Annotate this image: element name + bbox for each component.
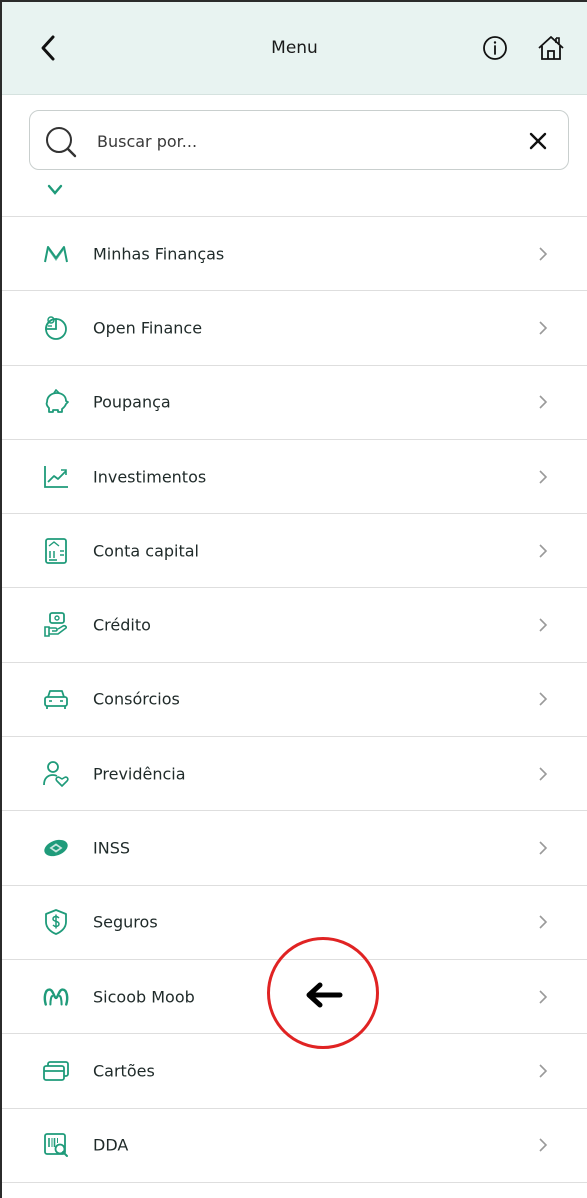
menu-item-investimentos[interactable]: Investimentos (2, 440, 587, 515)
partially-hidden-menu-item[interactable] (2, 170, 587, 217)
chevron-right-icon (539, 915, 548, 929)
menu-item-seguros[interactable]: Seguros (2, 886, 587, 960)
back-button[interactable] (30, 30, 66, 66)
menu-item-label: Conta capital (93, 541, 199, 561)
menu-item-label: DDA (93, 1135, 129, 1155)
menu-item-label: INSS (93, 838, 130, 858)
menu-item-sicoob-moob[interactable]: Sicoob Moob (2, 960, 587, 1035)
menu-item-label: Previdência (93, 764, 186, 784)
menu-item-previdencia[interactable]: Previdência (2, 737, 587, 812)
cards-icon (43, 1061, 69, 1081)
menu-item-label: Cartões (93, 1061, 155, 1081)
menu-item-conta-capital[interactable]: Conta capital (2, 514, 587, 589)
chevron-right-icon (539, 395, 548, 409)
menu-item-label: Open Finance (93, 318, 203, 338)
menu-item-minhas-financas[interactable]: Minhas Finanças (2, 217, 587, 292)
chevron-right-icon (539, 767, 548, 781)
menu-list: Minhas Finanças Open Finance Poupança In… (2, 217, 587, 1183)
chevron-right-icon (539, 692, 548, 706)
moob-logo-icon (43, 987, 69, 1006)
menu-item-label: Crédito (93, 615, 151, 635)
shield-dollar-icon (45, 909, 67, 936)
menu-item-credito[interactable]: Crédito (2, 588, 587, 663)
chevron-right-icon (539, 544, 548, 558)
car-icon (44, 690, 68, 710)
finances-m-icon (44, 245, 68, 262)
menu-item-open-finance[interactable]: Open Finance (2, 291, 587, 366)
chevron-right-icon (539, 321, 548, 335)
chevron-right-icon (539, 1138, 548, 1152)
chevron-left-icon (41, 35, 55, 61)
home-button[interactable] (533, 30, 569, 66)
partial-item-icon (47, 184, 63, 195)
info-button[interactable] (479, 32, 511, 64)
search-icon (46, 127, 77, 158)
menu-item-label: Sicoob Moob (93, 987, 195, 1007)
menu-item-label: Minhas Finanças (93, 244, 225, 264)
search-input[interactable] (97, 125, 497, 157)
search-bar (29, 110, 569, 170)
close-icon (529, 132, 547, 150)
chevron-right-icon (539, 1064, 548, 1078)
home-icon (538, 36, 564, 60)
piggy-bank-icon (45, 389, 69, 414)
person-heart-icon (43, 760, 69, 787)
inss-logo-icon (44, 839, 68, 857)
bank-document-icon (45, 537, 67, 564)
open-finance-icon (45, 316, 67, 340)
menu-item-label: Seguros (93, 912, 158, 932)
menu-item-dda[interactable]: DDA (2, 1109, 587, 1183)
chevron-right-icon (539, 841, 548, 855)
barcode-search-icon (44, 1133, 68, 1158)
chevron-right-icon (539, 469, 548, 484)
menu-item-cartoes[interactable]: Cartões (2, 1034, 587, 1109)
chevron-right-icon (539, 247, 548, 261)
menu-item-label: Poupança (93, 392, 171, 412)
clear-search-button[interactable] (522, 125, 554, 157)
chevron-right-icon (539, 618, 548, 632)
chart-trend-icon (44, 465, 68, 488)
menu-item-label: Consórcios (93, 689, 180, 709)
credit-hand-icon (44, 612, 68, 637)
menu-item-consorcios[interactable]: Consórcios (2, 663, 587, 738)
menu-item-inss[interactable]: INSS (2, 811, 587, 886)
menu-item-label: Investimentos (93, 467, 207, 487)
chevron-right-icon (539, 990, 548, 1004)
menu-item-poupanca[interactable]: Poupança (2, 366, 587, 440)
info-circle-icon (483, 36, 507, 60)
top-bar: Menu (2, 2, 587, 95)
